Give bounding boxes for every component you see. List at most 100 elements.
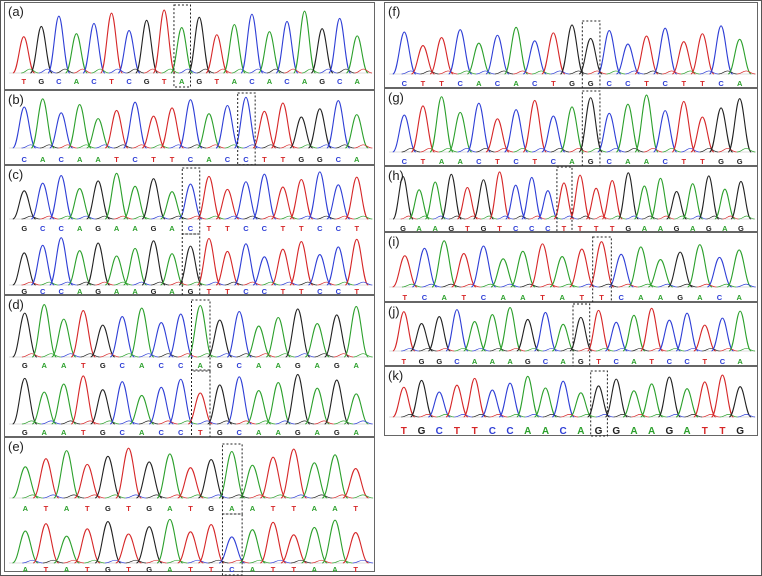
peak-G [197, 459, 225, 499]
peak-C [49, 175, 74, 220]
noise-peak [169, 281, 188, 286]
peak-A [648, 259, 673, 288]
base-call: A [139, 361, 145, 370]
noise-peak [261, 281, 281, 286]
peak-A [222, 23, 246, 74]
peak-A [534, 387, 557, 418]
noise-peak [243, 144, 262, 149]
peak-T [259, 521, 287, 564]
base-call: C [494, 79, 501, 88]
base-call: A [471, 357, 478, 366]
peak-A [246, 325, 272, 358]
peak-G [698, 175, 720, 220]
noise-peak [722, 215, 739, 220]
noise-peak [606, 70, 626, 75]
base-call: T [495, 157, 500, 166]
noise-peak [144, 68, 162, 74]
noise-peak [513, 215, 530, 220]
base-call: C [56, 77, 62, 86]
peak-A [448, 111, 473, 153]
noise-peak [21, 68, 39, 74]
noise-peak [525, 347, 543, 352]
peak-C [504, 109, 529, 153]
base-call: C [718, 79, 724, 88]
peak-T [252, 110, 277, 149]
peak-C [604, 321, 628, 352]
peak-T [601, 180, 623, 220]
peak-A [65, 33, 88, 74]
peak-G [667, 251, 693, 288]
noise-peak [166, 494, 188, 499]
base-call: C [21, 155, 27, 164]
base-call: G [143, 77, 150, 86]
peak-G [310, 28, 334, 74]
chromatogram-panel-h: G A A G T G T C C C T T T T G A A G A G A G (h) [384, 166, 758, 235]
noise-peak [489, 347, 508, 352]
peak-T [215, 250, 240, 286]
base-call: C [613, 357, 619, 366]
base-call: A [197, 361, 203, 370]
noise-peak [560, 414, 579, 418]
noise-peak [401, 70, 421, 75]
noise-peak [275, 353, 295, 358]
noise-peak [99, 353, 120, 358]
mutation-highlight-box [173, 4, 191, 88]
noise-peak [438, 148, 458, 153]
base-call: C [625, 79, 631, 88]
base-call: T [188, 565, 193, 574]
noise-peak [481, 215, 498, 220]
noise-peak [187, 281, 207, 286]
noise-peak [146, 494, 167, 499]
base-call: G [21, 361, 28, 370]
base-call: C [119, 428, 125, 437]
base-call: G [216, 361, 223, 370]
noise-peak [460, 283, 481, 288]
base-call: T [402, 293, 408, 302]
peak-T [270, 248, 295, 286]
noise-peak [331, 494, 353, 499]
peak-A [559, 106, 585, 153]
base-call: C [457, 79, 463, 88]
peak-A [246, 390, 272, 425]
noise-peak [718, 70, 737, 75]
peak-G [135, 461, 163, 499]
base-call: A [520, 293, 526, 302]
base-call: C [261, 224, 268, 233]
base-call: C [39, 224, 46, 233]
base-call: A [625, 157, 631, 166]
noise-peak [294, 353, 315, 358]
base-call: C [559, 426, 567, 437]
base-call: A [41, 428, 47, 437]
noise-peak [177, 420, 198, 425]
peak-A [408, 189, 430, 220]
noise-peak [500, 283, 520, 288]
base-call: G [418, 357, 425, 366]
panel-label: (f) [388, 4, 401, 19]
noise-peak [39, 215, 59, 220]
panel-label: (j) [388, 304, 400, 319]
base-call: A [697, 293, 703, 302]
noise-peak [432, 215, 449, 220]
noise-peak [625, 148, 644, 153]
noise-peak [224, 215, 244, 220]
base-call-row: CACAATCTTCACCTTGGCA [5, 155, 376, 165]
base-call: C [243, 224, 249, 233]
base-call: T [270, 565, 276, 574]
noise-peak [706, 215, 723, 220]
noise-peak [166, 559, 188, 564]
peak-A [640, 383, 664, 418]
peak-T [74, 528, 101, 564]
base-call: A [275, 361, 281, 370]
noise-peak [206, 215, 225, 220]
peak-A [480, 313, 504, 352]
peak-A [51, 318, 77, 358]
peak-A [649, 177, 672, 220]
noise-peak [699, 70, 719, 75]
base-call: A [541, 426, 550, 437]
peak-G [141, 240, 166, 286]
peak-A [170, 27, 194, 74]
noise-peak [41, 420, 61, 425]
peak-T [270, 186, 295, 220]
panel-label: (i) [388, 234, 400, 249]
noise-peak [126, 68, 144, 74]
